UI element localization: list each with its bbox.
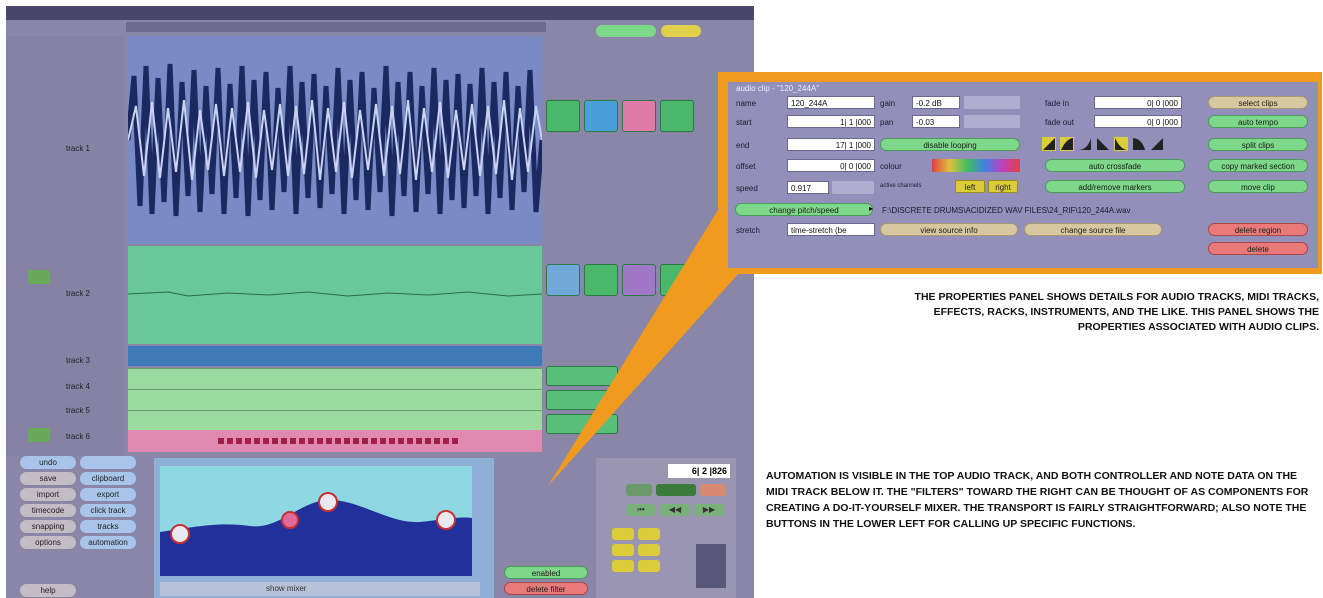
fade-out-field[interactable]: 0| 0 |000 — [1094, 115, 1182, 128]
fade-shape-icons — [1042, 137, 1164, 151]
properties-caption: THE PROPERTIES PANEL SHOWS DETAILS FOR A… — [914, 291, 1319, 333]
colour-label: colour — [880, 162, 902, 171]
pan-field[interactable]: -0.03 — [912, 115, 960, 128]
auto-tempo-button[interactable]: auto tempo — [1208, 115, 1308, 128]
speed-label: speed — [736, 184, 758, 193]
end-field[interactable]: 17| 1 |000 — [787, 138, 875, 151]
start-label: start — [736, 118, 752, 127]
select-clips-button[interactable]: select clips — [1208, 96, 1308, 109]
offset-label: offset — [736, 162, 756, 171]
disable-looping-button[interactable]: disable looping — [880, 138, 1020, 151]
speed-field[interactable]: 0.917 — [787, 181, 829, 194]
start-field[interactable]: 1| 1 |000 — [787, 115, 875, 128]
fade-out-label: fade out — [1045, 118, 1074, 127]
properties-title: audio clip - "120_244A" — [736, 84, 820, 93]
active-channels-label: active channels — [880, 183, 922, 189]
fade-in-label: fade in — [1045, 99, 1070, 108]
offset-field[interactable]: 0| 0 |000 — [787, 159, 875, 172]
change-pitch-speed-button[interactable]: change pitch/speed — [735, 203, 873, 216]
name-field[interactable]: 120_244A — [787, 96, 875, 109]
automation-caption: AUTOMATION IS VISIBLE IN THE TOP AUDIO T… — [766, 470, 1309, 530]
name-label: name — [736, 99, 757, 108]
gain-slider[interactable] — [964, 96, 1020, 109]
end-label: end — [736, 141, 750, 150]
split-clips-button[interactable]: split clips — [1208, 138, 1308, 151]
colour-picker[interactable] — [932, 159, 1020, 172]
stretch-select[interactable]: time-stretch (be — [787, 223, 875, 236]
view-source-info-button[interactable]: view source info — [880, 223, 1018, 236]
pan-slider[interactable] — [964, 115, 1020, 128]
delete-region-button[interactable]: delete region — [1208, 223, 1308, 236]
chevron-right-icon: ▸ — [869, 204, 874, 213]
source-file-path: F:\DISCRETE DRUMS\ACIDIZED WAV FILES\24_… — [882, 206, 1131, 215]
stretch-label: stretch — [736, 226, 761, 235]
copy-marked-section-button[interactable]: copy marked section — [1208, 159, 1308, 172]
gain-label: gain — [880, 99, 896, 108]
delete-button[interactable]: delete — [1208, 242, 1308, 255]
fade-in-field[interactable]: 0| 0 |000 — [1094, 96, 1182, 109]
left-channel-button[interactable]: left — [955, 180, 985, 193]
right-channel-button[interactable]: right — [988, 180, 1018, 193]
gain-field[interactable]: -0.2 dB — [912, 96, 960, 109]
speed-slider[interactable] — [832, 181, 874, 194]
move-clip-button[interactable]: move clip — [1208, 180, 1308, 193]
pan-label: pan — [880, 118, 894, 127]
add-remove-markers-button[interactable]: add/remove markers — [1045, 180, 1185, 193]
auto-crossfade-button[interactable]: auto crossfade — [1045, 159, 1185, 172]
change-source-file-button[interactable]: change source file — [1024, 223, 1162, 236]
